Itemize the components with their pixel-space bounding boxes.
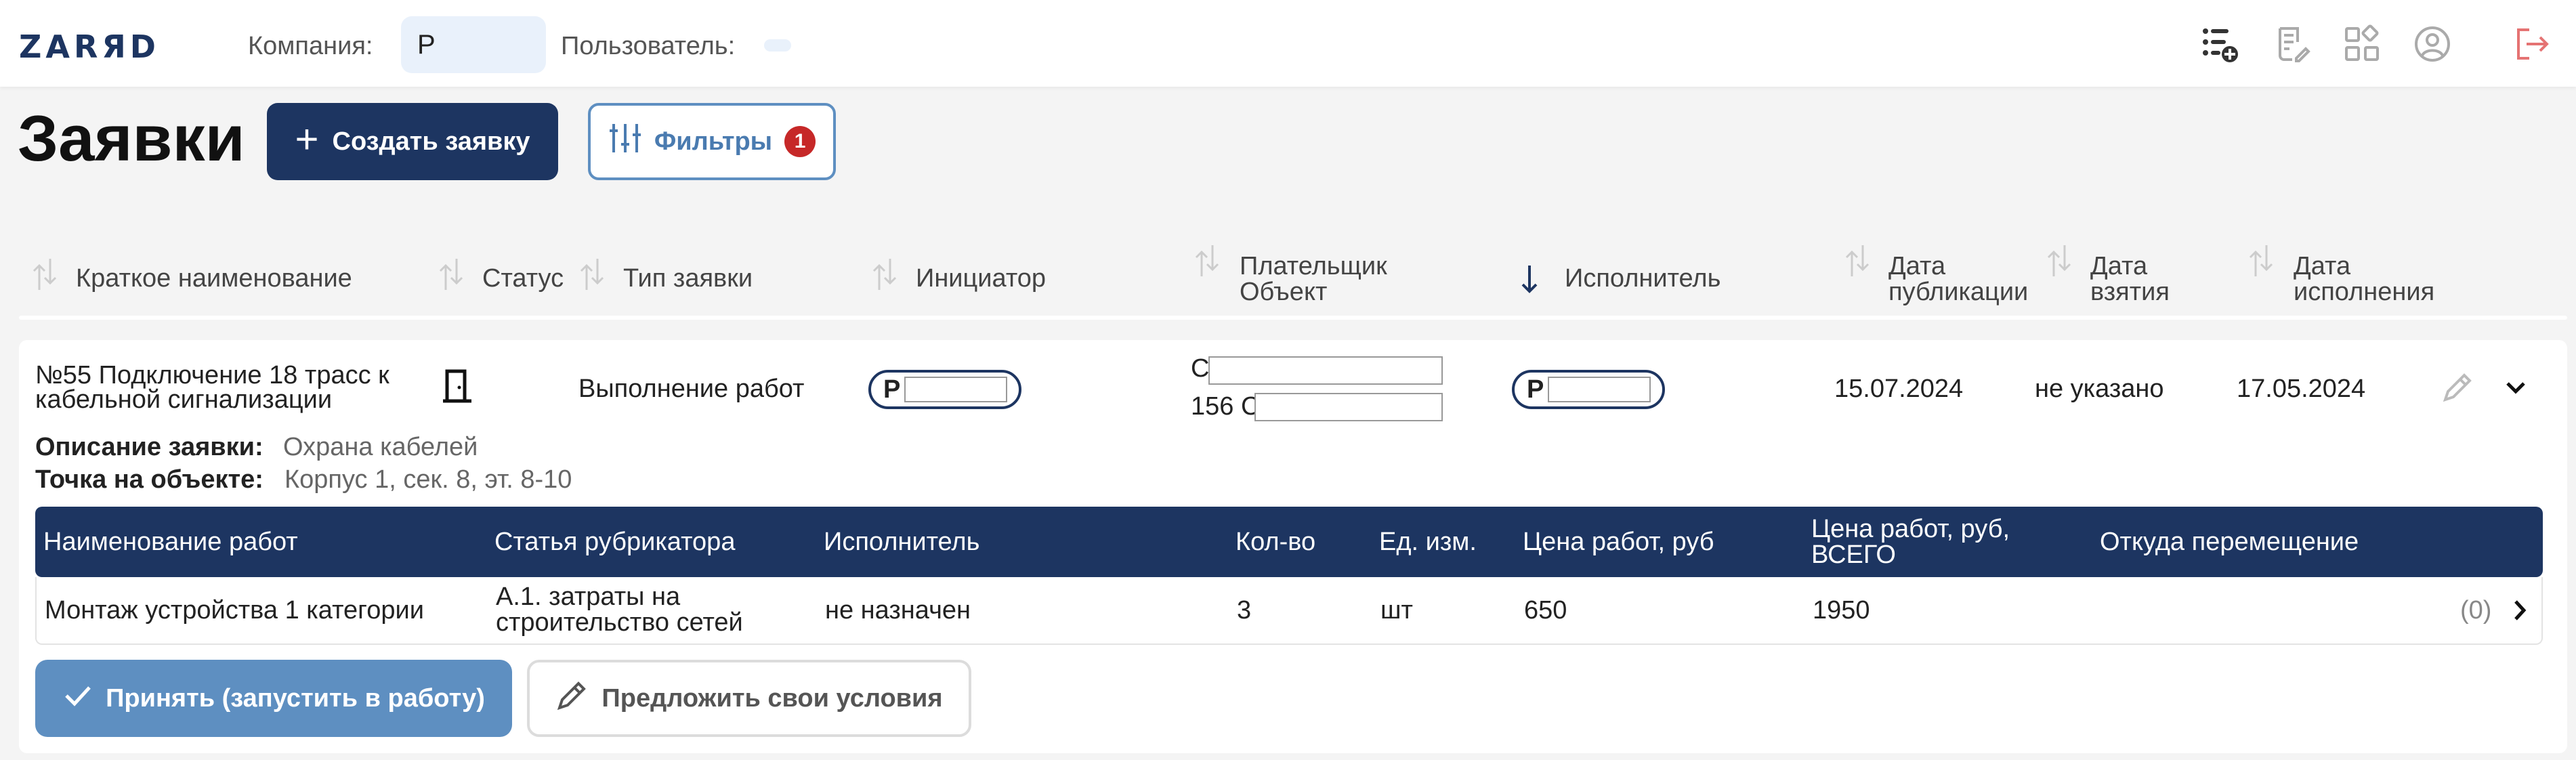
accept-button[interactable]: Принять (запустить в работу) bbox=[35, 660, 512, 737]
col-initiator[interactable]: Инициатор bbox=[916, 266, 1046, 291]
company-label: Компания: bbox=[248, 32, 373, 60]
offer-terms-label: Предложить свои условия bbox=[601, 683, 943, 713]
col-pub-date-line2[interactable]: публикации bbox=[1888, 279, 2028, 305]
request-title-line2[interactable]: кабельной сигнализации bbox=[35, 386, 332, 413]
edit-pencil-icon[interactable] bbox=[2440, 370, 2475, 405]
col-executor[interactable]: Исполнитель bbox=[1565, 266, 1720, 291]
check-icon bbox=[62, 679, 93, 717]
chevron-down-icon[interactable] bbox=[2498, 370, 2533, 405]
logo[interactable]: ZARЯD bbox=[19, 31, 160, 62]
th-article: Статья рубрикатора bbox=[494, 528, 736, 556]
user-select[interactable] bbox=[764, 39, 791, 51]
sort-icon[interactable] bbox=[31, 256, 58, 293]
top-header: ZARЯD Компания: Р Пользователь: bbox=[0, 0, 2576, 87]
description-label: Описание заявки: bbox=[35, 433, 263, 461]
document-edit-icon[interactable] bbox=[2271, 23, 2313, 65]
offer-terms-button[interactable]: Предложить свои условия bbox=[527, 660, 971, 737]
sort-icon[interactable] bbox=[2046, 242, 2073, 279]
object-prefix: 156 С bbox=[1191, 392, 1260, 421]
cell-unit: шт bbox=[1380, 596, 1413, 625]
col-take-date[interactable]: Дата bbox=[2090, 253, 2147, 279]
col-exec-date[interactable]: Дата bbox=[2294, 253, 2350, 279]
point-label: Точка на объекте: bbox=[35, 465, 263, 494]
point-value: Корпус 1, сек. 8, эт. 8-10 bbox=[284, 465, 572, 494]
apps-grid-icon[interactable] bbox=[2341, 23, 2383, 65]
payer-redacted bbox=[1208, 356, 1443, 385]
th-total: Цена работ, руб, bbox=[1811, 515, 2010, 543]
sort-icon[interactable] bbox=[438, 256, 465, 293]
cell-total: 1950 bbox=[1813, 596, 1870, 625]
plus-icon: + bbox=[295, 117, 319, 162]
exec-date: 17.05.2024 bbox=[2237, 375, 2366, 403]
sort-desc-icon[interactable] bbox=[1516, 261, 1543, 298]
th-qty: Кол-во bbox=[1236, 528, 1316, 556]
sort-icon[interactable] bbox=[1194, 242, 1221, 279]
cell-article-line2: строительство сетей bbox=[496, 608, 743, 637]
col-short-name[interactable]: Краткое наименование bbox=[76, 266, 352, 291]
create-request-label: Создать заявку bbox=[332, 127, 530, 156]
th-name: Наименование работ bbox=[43, 528, 298, 556]
sort-icon[interactable] bbox=[2247, 242, 2275, 279]
cell-name: Монтаж устройства 1 категории bbox=[45, 596, 424, 625]
cell-executor: не назначен bbox=[825, 596, 971, 625]
user-profile-icon[interactable] bbox=[2411, 23, 2453, 65]
executor-name: Р bbox=[1527, 375, 1544, 404]
cell-from-count[interactable]: (0) bbox=[2460, 597, 2491, 623]
col-type[interactable]: Тип заявки bbox=[623, 266, 753, 291]
col-status[interactable]: Статус bbox=[482, 266, 564, 291]
object-redacted bbox=[1254, 393, 1443, 421]
col-exec-date-line2[interactable]: исполнения bbox=[2294, 279, 2434, 305]
th-unit: Ед. изм. bbox=[1379, 528, 1477, 556]
sort-icon[interactable] bbox=[871, 256, 898, 293]
user-label: Пользователь: bbox=[561, 32, 736, 60]
task-list-add-icon[interactable] bbox=[2199, 23, 2241, 65]
company-select[interactable]: Р bbox=[401, 16, 546, 73]
page-title: Заявки bbox=[18, 102, 245, 175]
redacted-field bbox=[1548, 377, 1651, 402]
filters-button[interactable]: Фильтры 1 bbox=[588, 103, 836, 180]
pub-date: 15.07.2024 bbox=[1834, 375, 1964, 403]
header-divider bbox=[19, 316, 2567, 320]
request-type: Выполнение работ bbox=[578, 375, 805, 403]
take-date: не указано bbox=[2035, 375, 2164, 403]
cell-price: 650 bbox=[1524, 596, 1567, 625]
redacted-field bbox=[904, 377, 1008, 402]
cell-qty: 3 bbox=[1237, 596, 1252, 625]
request-title[interactable]: №55 Подключение 18 трасс к bbox=[35, 362, 389, 389]
work-table-header: Наименование работ Статья рубрикатора Ис… bbox=[35, 507, 2543, 577]
col-object[interactable]: Объект bbox=[1240, 279, 1327, 305]
table-row[interactable]: Монтаж устройства 1 категории А.1. затра… bbox=[35, 577, 2543, 645]
filters-count-badge: 1 bbox=[784, 126, 816, 157]
sort-icon[interactable] bbox=[1844, 242, 1871, 279]
filters-label: Фильтры bbox=[654, 127, 773, 156]
col-take-date-line2[interactable]: взятия bbox=[2090, 279, 2170, 305]
th-from: Откуда перемещение bbox=[2100, 528, 2359, 556]
th-total-line2: ВСЕГО bbox=[1811, 541, 1896, 569]
initiator-chip[interactable]: Р bbox=[868, 370, 1021, 409]
cell-article: А.1. затраты на bbox=[496, 583, 681, 611]
executor-chip[interactable]: Р bbox=[1512, 370, 1665, 409]
chevron-right-icon[interactable] bbox=[2505, 593, 2536, 627]
accept-label: Принять (запустить в работу) bbox=[106, 683, 485, 713]
create-request-button[interactable]: + Создать заявку bbox=[267, 103, 558, 180]
sort-icon[interactable] bbox=[578, 256, 606, 293]
pencil-icon bbox=[555, 678, 589, 719]
initiator-name: Р bbox=[883, 375, 901, 404]
col-pub-date[interactable]: Дата bbox=[1888, 253, 1945, 279]
th-executor: Исполнитель bbox=[824, 528, 980, 556]
door-icon bbox=[440, 367, 474, 405]
payer-prefix: С bbox=[1191, 354, 1210, 383]
sliders-icon bbox=[608, 121, 642, 162]
description-value: Охрана кабелей bbox=[283, 433, 478, 461]
th-price: Цена работ, руб bbox=[1523, 528, 1714, 556]
col-payer[interactable]: Плательщик bbox=[1240, 253, 1387, 279]
logout-icon[interactable] bbox=[2510, 23, 2552, 65]
